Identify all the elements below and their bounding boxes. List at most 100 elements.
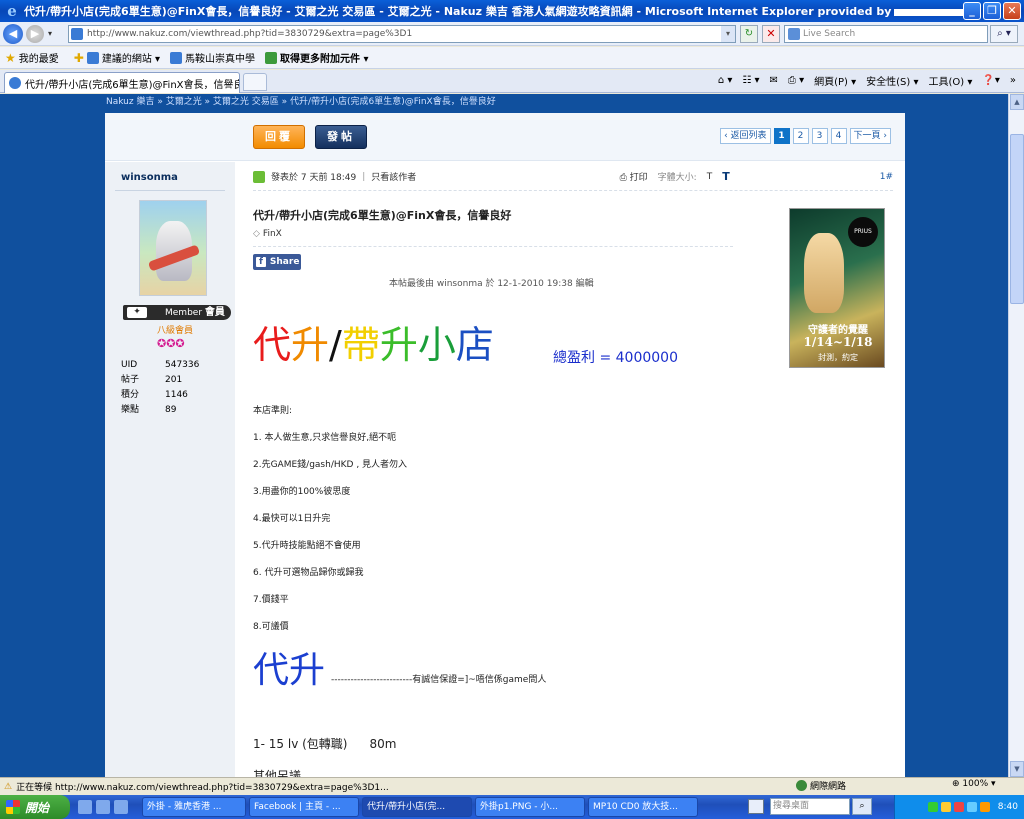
address-url[interactable]: http://www.nakuz.com/viewthread.php?tid=…	[87, 29, 412, 39]
redacted-text	[894, 8, 964, 16]
member-emblem-icon: ✦	[127, 307, 147, 318]
tools-menu[interactable]: 工具(O) ▾	[929, 73, 973, 88]
page-icon	[265, 51, 278, 64]
ie-icon[interactable]	[96, 800, 110, 814]
shop-rules: 本店準則: 1. 本人做生意,只求信譽良好,絕不呃 2.先GAME錢/gash/…	[253, 406, 407, 649]
rules-title: 本店準則:	[253, 406, 293, 416]
mail-button[interactable]: ✉	[770, 75, 778, 86]
font-large-button[interactable]: T	[722, 170, 730, 183]
address-dropdown-icon[interactable]: ▾	[721, 26, 735, 42]
page-link-1[interactable]: 1	[773, 128, 790, 144]
start-button[interactable]: 開始	[0, 795, 70, 819]
back-button[interactable]: ◀	[3, 23, 23, 44]
page-icon	[170, 51, 183, 64]
author-name[interactable]: winsonma	[121, 172, 178, 183]
home-button[interactable]: ⌂ ▾	[718, 75, 733, 86]
forum-thread: 回覆 發帖 ‹ 返回列表 1 2 3 4 下一頁 › winsonma ✦ Me…	[105, 113, 905, 777]
desktop-search-button[interactable]: ⌕	[852, 798, 872, 815]
reply-button[interactable]: 回覆	[253, 125, 305, 149]
feeds-button[interactable]: ☷ ▾	[742, 75, 759, 86]
author-stats: UID 547336 帖子 201 積分 1146 樂點 89	[121, 358, 199, 418]
safety-menu[interactable]: 安全性(S) ▾	[866, 73, 918, 88]
new-tab-button[interactable]	[243, 73, 267, 91]
desktop-search-icon[interactable]	[748, 799, 764, 814]
post-tag[interactable]: ◇ FinX	[253, 229, 282, 239]
scroll-up-icon[interactable]: ▲	[1010, 94, 1024, 110]
page-link-4[interactable]: 4	[830, 128, 847, 144]
tray-icon[interactable]	[966, 802, 977, 812]
ie-logo-icon: e	[7, 2, 17, 20]
rule-item: 8.可議價	[253, 622, 289, 632]
warning-icon: ⚠	[4, 781, 13, 792]
facebook-share-button[interactable]: f Share	[253, 254, 301, 270]
tab-current[interactable]: 代升/帶升小店(完成6單生意)@FinX會長，信譽良...	[4, 72, 240, 93]
live-search-icon	[788, 28, 800, 40]
print-link[interactable]: ⎙ 打印	[620, 170, 648, 183]
taskbar-item[interactable]: 外掛p1.PNG - 小...	[475, 797, 585, 817]
favorite-item-suggested[interactable]: ✚ 建議的網站 ▾	[69, 50, 160, 66]
show-desktop-icon[interactable]	[78, 800, 92, 814]
stat-row: 樂點 89	[121, 405, 177, 415]
zoom-level[interactable]: ⊕ 100% ▾	[952, 779, 996, 789]
ie-icon[interactable]	[114, 800, 128, 814]
stat-row: 帖子 201	[121, 375, 183, 385]
search-button[interactable]: ⌕ ▾	[990, 25, 1018, 43]
stop-button[interactable]: ✕	[762, 25, 780, 43]
rank-stars: ✪✪✪	[157, 337, 185, 350]
ad-banner[interactable]: PRIUS 守護者的覺醒 1/14~1/18 封測，約定	[789, 208, 885, 368]
scroll-down-icon[interactable]: ▼	[1010, 761, 1024, 777]
floor-number[interactable]: 1#	[880, 172, 893, 182]
forward-button[interactable]: ▶	[26, 24, 44, 43]
vertical-scrollbar[interactable]: ▲ ▼	[1008, 94, 1024, 777]
taskbar-item-active[interactable]: 代升/帶升小店(完...	[362, 797, 472, 817]
avatar[interactable]	[139, 200, 207, 296]
favorite-item-addons[interactable]: 取得更多附加元件 ▾	[265, 50, 369, 65]
new-post-button[interactable]: 發帖	[315, 125, 367, 149]
page-link-3[interactable]: 3	[811, 128, 828, 144]
tag-icon: ◇	[253, 229, 260, 239]
help-menu[interactable]: ❓▾	[982, 75, 999, 86]
rule-item: 5.代升時技能點絕不會使用	[253, 541, 361, 551]
address-input[interactable]: http://www.nakuz.com/viewthread.php?tid=…	[68, 25, 736, 43]
maximize-button[interactable]: ❐	[983, 2, 1001, 20]
tray-icon[interactable]	[979, 802, 990, 812]
member-rank: 八級會員	[157, 326, 194, 336]
taskbar-item[interactable]: 外掛 - 雅虎香港 ...	[142, 797, 246, 817]
address-bar-row: ◀ ▶ ▾ http://www.nakuz.com/viewthread.ph…	[0, 22, 1024, 46]
next-page-link[interactable]: 下一頁 ›	[849, 128, 891, 144]
page-viewport: Nakuz 樂吉 » 艾爾之光 » 艾爾之光 交易區 » 代升/帶升小店(完成6…	[0, 94, 1008, 777]
print-button[interactable]: ⎙ ▾	[788, 75, 804, 86]
minimize-button[interactable]: _	[963, 2, 981, 20]
stat-row: 積分 1146	[121, 390, 188, 400]
security-zone[interactable]: 網際網路	[796, 779, 846, 792]
tray-icon[interactable]	[927, 802, 938, 812]
favorites-bar: ★ 我的最愛 ✚ 建議的網站 ▾ 馬鞍山崇真中學 取得更多附加元件 ▾	[0, 47, 1024, 69]
page-link-2[interactable]: 2	[792, 128, 809, 144]
search-input[interactable]: Live Search	[784, 25, 988, 43]
tray-icon[interactable]	[940, 802, 951, 812]
refresh-button[interactable]: ↻	[740, 25, 758, 43]
taskbar-item[interactable]: Facebook | 主頁 - ...	[249, 797, 359, 817]
rule-item: 4.最快可以1日升完	[253, 514, 331, 524]
desktop-search-input[interactable]: 搜尋桌面	[770, 798, 850, 815]
quick-launch	[78, 800, 128, 814]
font-small-button[interactable]: T	[707, 172, 713, 182]
tray-icon[interactable]	[953, 802, 964, 812]
taskbar-item[interactable]: MP10 CD0 放大技...	[588, 797, 698, 817]
history-dropdown-icon[interactable]: ▾	[48, 29, 52, 38]
clock[interactable]: 8:40	[998, 802, 1018, 812]
close-button[interactable]: ✕	[1003, 2, 1021, 20]
back-to-list-link[interactable]: ‹ 返回列表	[720, 128, 771, 144]
only-author-link[interactable]: 只看該作者	[371, 170, 416, 183]
taskbar: 開始 外掛 - 雅虎香港 ... Facebook | 主頁 - ... 代升/…	[0, 795, 1024, 819]
favorites-button[interactable]: ★ 我的最愛	[0, 50, 59, 66]
chevron-right-icon[interactable]: »	[1010, 75, 1016, 86]
price-row: 1- 15 lv (包轉職) 80m	[253, 737, 397, 751]
facebook-icon: f	[256, 257, 266, 267]
window-title: 代升/帶升小店(完成6單生意)@FinX會長，信譽良好 - 艾爾之光 交易區 -…	[24, 3, 964, 19]
windows-logo-icon	[6, 800, 20, 814]
page-menu[interactable]: 網頁(P) ▾	[814, 73, 856, 88]
post-time: 發表於 7 天前 18:49	[271, 173, 357, 183]
scroll-thumb[interactable]	[1010, 134, 1024, 304]
favorite-item-school[interactable]: 馬鞍山崇真中學	[170, 50, 255, 65]
